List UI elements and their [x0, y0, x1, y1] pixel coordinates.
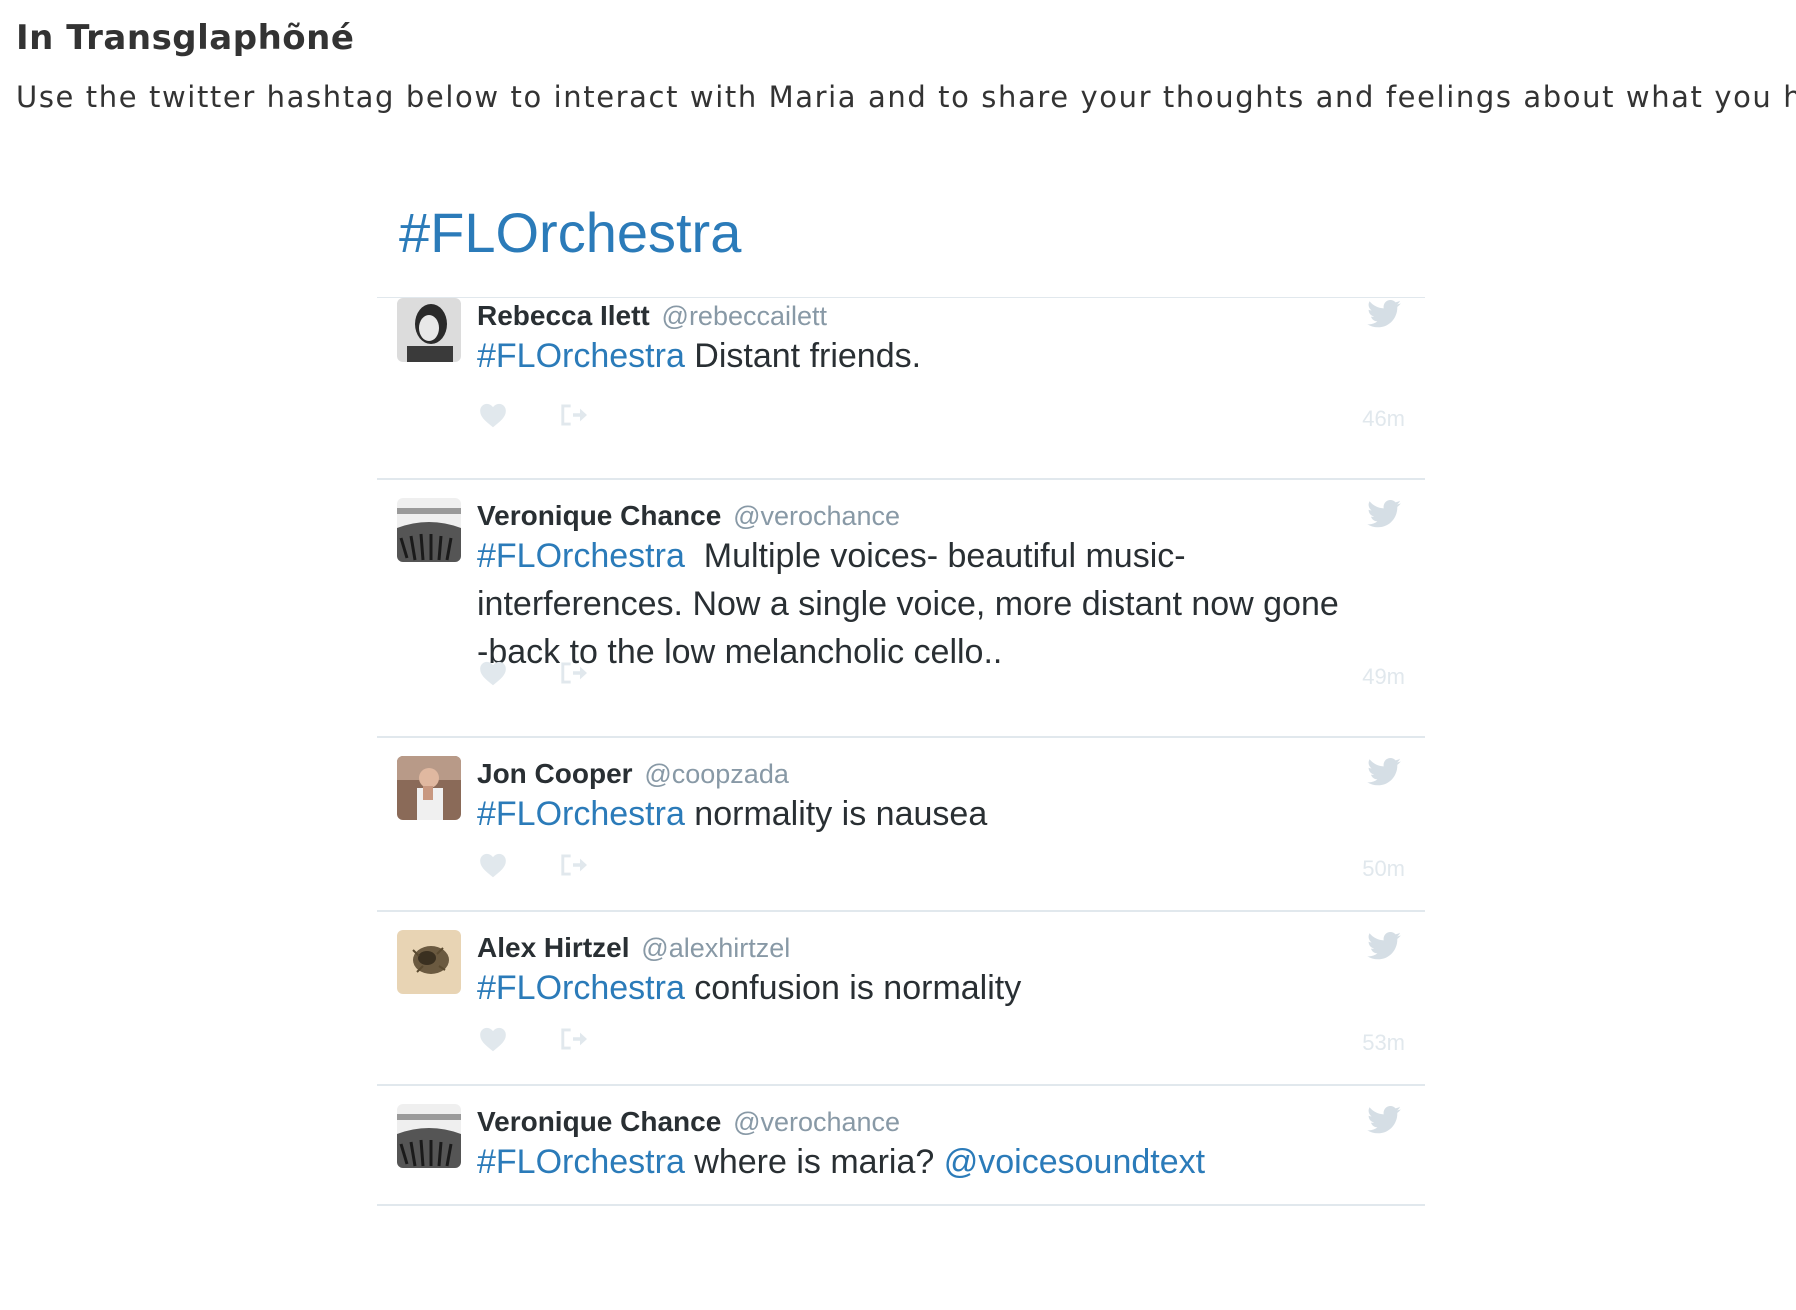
tweet-body: where is maria?	[684, 1143, 944, 1181]
tweet-header: Veronique Chance @verochance	[477, 500, 900, 532]
author-handle[interactable]: @verochance	[733, 501, 900, 531]
author-handle[interactable]: @alexhirtzel	[641, 933, 790, 963]
author-name[interactable]: Veronique Chance	[477, 500, 721, 531]
hashtag-link[interactable]: #FLOrchestra	[477, 969, 685, 1007]
hashtag-link[interactable]: #FLOrchestra	[477, 537, 685, 575]
hashtag-link[interactable]: #FLOrchestra	[477, 795, 685, 833]
tweet-text: #FLOrchestra where is maria? @voicesound…	[477, 1138, 1357, 1186]
share-icon[interactable]	[559, 660, 587, 686]
share-icon[interactable]	[559, 852, 587, 878]
author-handle[interactable]: @verochance	[733, 1107, 900, 1137]
avatar[interactable]	[397, 930, 461, 994]
tweet-text: #FLOrchestra Distant friends.	[477, 332, 1357, 380]
author-name[interactable]: Jon Cooper	[477, 758, 633, 789]
avatar[interactable]	[397, 498, 461, 562]
mention-link[interactable]: @voicesoundtext	[944, 1143, 1205, 1181]
tweet-timestamp[interactable]: 49m	[1362, 664, 1405, 690]
tweet-body: confusion is normality	[684, 969, 1022, 1007]
author-name[interactable]: Veronique Chance	[477, 1106, 721, 1137]
heart-icon[interactable]	[479, 660, 507, 686]
tweet-body: normality is nausea	[684, 795, 988, 833]
share-icon[interactable]	[559, 402, 587, 428]
avatar[interactable]	[397, 298, 461, 362]
page-intro: Use the twitter hashtag below to interac…	[16, 80, 1796, 114]
heart-icon[interactable]	[479, 1026, 507, 1052]
author-name[interactable]: Alex Hirtzel	[477, 932, 630, 963]
author-handle[interactable]: @rebeccailett	[662, 301, 827, 331]
tweet: Jon Cooper @coopzada #FLOrchestra normal…	[377, 736, 1425, 912]
tweet-timestamp[interactable]: 53m	[1362, 1030, 1405, 1056]
tweet: Alex Hirtzel @alexhirtzel #FLOrchestra c…	[377, 910, 1425, 1086]
tweet-body: Distant friends.	[684, 337, 922, 375]
tweet-header: Veronique Chance @verochance	[477, 1106, 900, 1138]
heart-icon[interactable]	[479, 852, 507, 878]
heart-icon[interactable]	[479, 402, 507, 428]
hashtag-link[interactable]: #FLOrchestra	[477, 1143, 685, 1181]
tweet-header: Jon Cooper @coopzada	[477, 758, 789, 790]
share-icon[interactable]	[559, 1026, 587, 1052]
twitter-bird-icon[interactable]	[1367, 758, 1401, 786]
tweet-text: #FLOrchestra confusion is normality	[477, 964, 1357, 1012]
tweet-text: #FLOrchestra Multiple voices- beautiful …	[477, 532, 1357, 676]
tweet-timestamp[interactable]: 50m	[1362, 856, 1405, 882]
tweet-text: #FLOrchestra normality is nausea	[477, 790, 1357, 838]
twitter-bird-icon[interactable]	[1367, 300, 1401, 328]
twitter-bird-icon[interactable]	[1367, 932, 1401, 960]
avatar[interactable]	[397, 1104, 461, 1168]
timeline-title[interactable]: #FLOrchestra	[399, 205, 741, 261]
twitter-bird-icon[interactable]	[1367, 1106, 1401, 1134]
tweet-header: Rebecca Ilett @rebeccailett	[477, 300, 827, 332]
author-name[interactable]: Rebecca Ilett	[477, 300, 650, 331]
avatar[interactable]	[397, 756, 461, 820]
tweet-header: Alex Hirtzel @alexhirtzel	[477, 932, 790, 964]
tweet-timestamp[interactable]: 46m	[1362, 406, 1405, 432]
tweet: Veronique Chance @verochance #FLOrchestr…	[377, 1084, 1425, 1206]
twitter-bird-icon[interactable]	[1367, 500, 1401, 528]
author-handle[interactable]: @coopzada	[644, 759, 789, 789]
tweet: Rebecca Ilett @rebeccailett #FLOrchestra…	[377, 298, 1425, 480]
page-heading: In Transglaphõné	[16, 18, 355, 58]
tweet: Veronique Chance @verochance #FLOrchestr…	[377, 478, 1425, 738]
hashtag-link[interactable]: #FLOrchestra	[477, 337, 685, 375]
